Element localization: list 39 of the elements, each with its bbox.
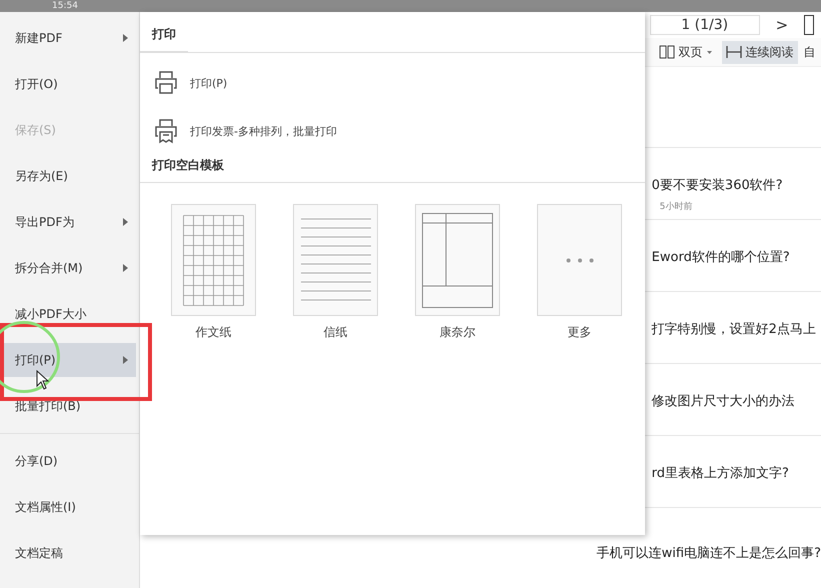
menu-item[interactable]: 打印(P) xyxy=(4,343,136,377)
menu-item[interactable]: 导出PDF为 xyxy=(4,205,136,239)
article-title[interactable]: rd里表格上方添加文字? xyxy=(652,464,789,482)
article-title[interactable]: 修改图片尺寸大小的办法 xyxy=(652,392,795,410)
invoice-printer-icon xyxy=(154,118,178,144)
dropdown-caret-icon xyxy=(706,50,712,54)
submenu-arrow-icon xyxy=(123,264,128,272)
continuous-scroll-icon xyxy=(726,45,742,59)
two-page-icon xyxy=(658,45,675,59)
printer-icon xyxy=(154,70,178,96)
menu-item[interactable]: 文档属性(I) xyxy=(4,490,136,524)
mouse-cursor-icon xyxy=(36,370,49,390)
article-title[interactable]: 0要不要安装360软件? xyxy=(652,176,783,194)
submenu-arrow-icon xyxy=(123,356,128,364)
section-title: 打印 xyxy=(140,12,188,52)
menu-item[interactable]: 文档定稿 xyxy=(4,536,136,570)
print-option[interactable]: 打印发票-多种排列，批量打印 xyxy=(140,107,645,155)
article-title[interactable]: Eword软件的哪个位置? xyxy=(652,248,790,266)
clock-text: 15:54 xyxy=(52,1,78,11)
next-page-button[interactable]: > xyxy=(770,16,794,34)
two-page-button[interactable]: 双页 xyxy=(654,40,716,64)
menu-item[interactable]: 打开(O) xyxy=(4,67,136,101)
article-time: 5小时前 xyxy=(660,200,692,213)
menu-item[interactable]: 分享(D) xyxy=(4,444,136,478)
more-dots-icon xyxy=(566,258,594,262)
continuous-read-button[interactable]: 连续阅读 xyxy=(722,40,798,64)
auto-scroll-label: 自 xyxy=(804,44,816,60)
article-title[interactable]: 手机可以连wifi电脑连不上是怎么回事? xyxy=(596,544,821,562)
page-number-field[interactable]: 1 (1/3) xyxy=(650,15,760,35)
menu-item[interactable]: 拆分合并(M) xyxy=(4,251,136,285)
menu-item[interactable]: 减小PDF大小 xyxy=(4,297,136,331)
menu-item[interactable]: 另存为(E) xyxy=(4,159,136,193)
page-frame-icon xyxy=(804,15,814,35)
print-option[interactable]: 打印(P) xyxy=(140,59,645,107)
menu-item[interactable]: 新建PDF xyxy=(4,21,136,55)
submenu-arrow-icon xyxy=(123,34,128,42)
submenu-arrow-icon xyxy=(123,218,128,226)
section-title: 打印空白模板 xyxy=(150,157,225,174)
article-title[interactable]: 打字特别慢，设置好2点马上 xyxy=(652,320,816,338)
